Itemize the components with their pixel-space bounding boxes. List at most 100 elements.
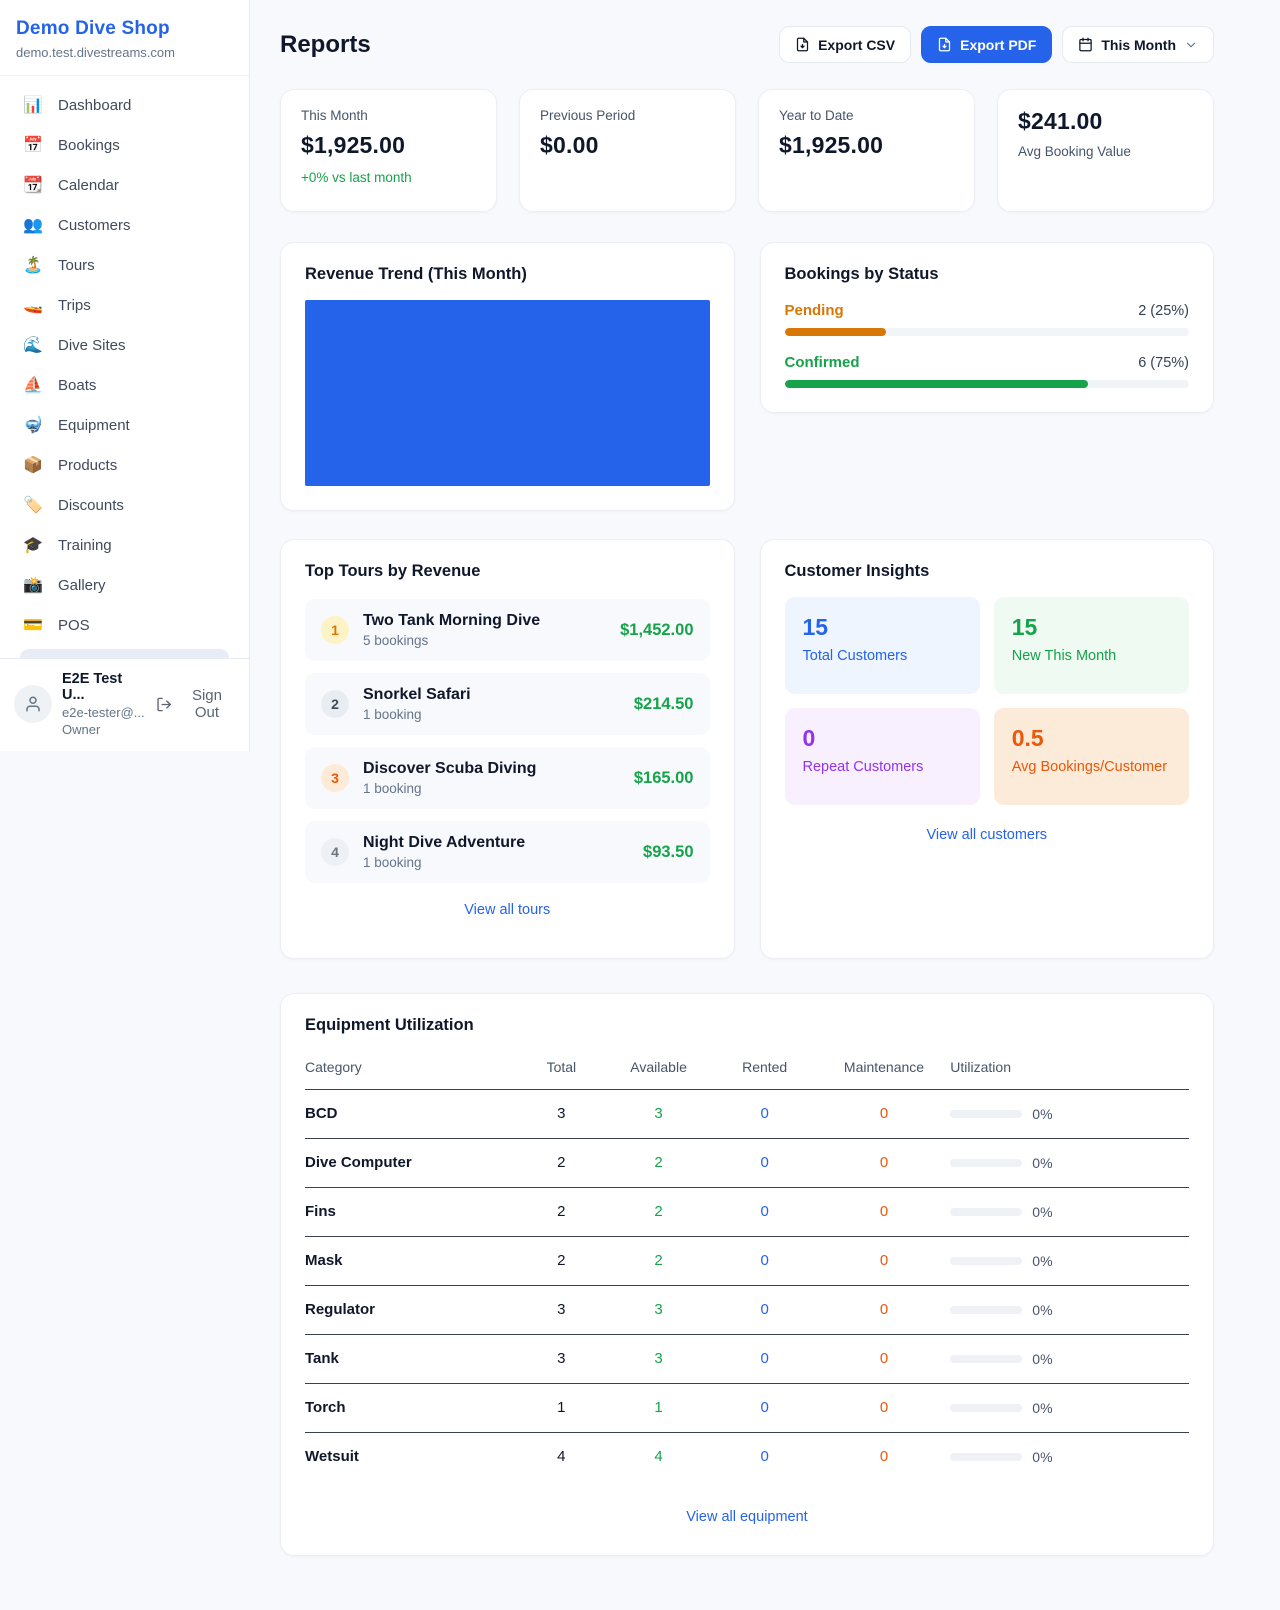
tile-value: 15 [803,614,962,641]
discounts-icon: 🏷️ [22,498,44,514]
sidebar-item-dive-sites[interactable]: 🌊 Dive Sites [12,329,237,362]
logout-icon [156,696,172,713]
utilization-value: 0% [1032,1204,1052,1220]
sidebar-item-bookings[interactable]: 📅 Bookings [12,129,237,162]
export-csv-button[interactable]: Export CSV [779,26,911,63]
stat-card-avg-booking-value: $241.00 Avg Booking Value [997,89,1214,212]
status-bar-track [785,380,1190,388]
sidebar-item-label: Tours [58,257,95,274]
sidebar-item-dashboard[interactable]: 📊 Dashboard [12,89,237,122]
stat-value: $1,925.00 [301,132,476,159]
view-all-tours-link[interactable]: View all tours [305,902,710,918]
utilization-value: 0% [1032,1400,1052,1416]
sidebar-item-label: Discounts [58,497,124,514]
stat-label: This Month [301,108,476,123]
stat-delta: +0% vs last month [301,170,476,185]
bookings-icon: 📅 [22,138,44,154]
user-email: e2e-tester@... [62,705,146,720]
sidebar-item-pos[interactable]: 💳 POS [12,609,237,642]
sidebar-item-tours[interactable]: 🏝️ Tours [12,249,237,282]
tour-name: Two Tank Morning Dive [363,612,540,630]
stat-label: Previous Period [540,108,715,123]
bookings-by-status-title: Bookings by Status [785,265,1190,284]
charts-row: Revenue Trend (This Month) Bookings by S… [280,242,1214,511]
sidebar-item-label: Dashboard [58,97,131,114]
rank-badge: 3 [321,764,349,792]
utilization-bar [950,1257,1022,1265]
insight-tile-avg-bookings: 0.5 Avg Bookings/Customer [994,708,1189,805]
status-row-pending: Pending 2 (25%) [785,302,1190,336]
tile-value: 0 [803,725,962,752]
sidebar: Demo Dive Shop demo.test.divestreams.com… [0,0,250,751]
utilization-bar [950,1110,1022,1118]
tour-revenue: $1,452.00 [620,621,693,640]
sign-out-label: Sign Out [179,687,235,721]
stat-value: $241.00 [1018,108,1193,135]
stat-label: Avg Booking Value [1018,144,1193,159]
sidebar-item-customers[interactable]: 👥 Customers [12,209,237,242]
utilization-bar [950,1208,1022,1216]
app-root: Demo Dive Shop demo.test.divestreams.com… [0,0,1280,1596]
period-selector[interactable]: This Month [1062,26,1214,63]
file-export-icon [937,37,952,52]
utilization-value: 0% [1032,1302,1052,1318]
main-content: Reports Export CSV Export PDF This Month… [250,0,1280,1596]
training-icon: 🎓 [22,538,44,554]
sidebar-item-boats[interactable]: ⛵ Boats [12,369,237,402]
customer-insights-card: Customer Insights 15 Total Customers 15 … [760,539,1215,959]
sidebar-header: Demo Dive Shop demo.test.divestreams.com [0,0,249,76]
user-panel: E2E Test U... e2e-tester@... Owner Sign … [0,658,249,751]
view-all-customers-link[interactable]: View all customers [785,827,1190,843]
equipment-table: Category Total Available Rented Maintena… [305,1047,1189,1481]
file-export-icon [795,37,810,52]
products-icon: 📦 [22,458,44,474]
table-row: Wetsuit 4 4 0 0 0% [305,1433,1189,1482]
sidebar-item-gallery[interactable]: 📸 Gallery [12,569,237,602]
calendar-icon: 📆 [22,178,44,194]
rank-badge: 2 [321,690,349,718]
gallery-icon: 📸 [22,578,44,594]
chevron-down-icon [1184,38,1198,52]
col-maintenance: Maintenance [818,1047,951,1090]
sidebar-item-calendar[interactable]: 📆 Calendar [12,169,237,202]
top-tours-card: Top Tours by Revenue 1 Two Tank Morning … [280,539,735,959]
shop-name: Demo Dive Shop [16,18,233,40]
sign-out-button[interactable]: Sign Out [156,687,235,721]
customer-insights-title: Customer Insights [785,562,1190,581]
pos-icon: 💳 [22,618,44,634]
tour-revenue: $93.50 [643,843,693,862]
sidebar-item-products[interactable]: 📦 Products [12,449,237,482]
bookings-by-status-card: Bookings by Status Pending 2 (25%) Confi… [760,242,1215,413]
user-icon [24,695,42,713]
table-row: Torch 1 1 0 0 0% [305,1384,1189,1433]
tours-icon: 🏝️ [22,258,44,274]
tour-row: 4 Night Dive Adventure 1 booking $93.50 [305,821,710,883]
sidebar-item-label: Trips [58,297,91,314]
sidebar-item-equipment[interactable]: 🤿 Equipment [12,409,237,442]
insight-tile-new-this-month: 15 New This Month [994,597,1189,694]
customers-icon: 👥 [22,218,44,234]
export-pdf-button[interactable]: Export PDF [921,26,1052,63]
revenue-trend-card: Revenue Trend (This Month) [280,242,735,511]
user-meta: E2E Test U... e2e-tester@... Owner [62,671,146,737]
sidebar-item-discounts[interactable]: 🏷️ Discounts [12,489,237,522]
sidebar-item-label: Calendar [58,177,119,194]
tile-label: Avg Bookings/Customer [1012,759,1171,775]
tour-row: 1 Two Tank Morning Dive 5 bookings $1,45… [305,599,710,661]
tour-name: Discover Scuba Diving [363,760,536,778]
table-row: Tank 3 3 0 0 0% [305,1335,1189,1384]
period-label: This Month [1101,37,1176,53]
utilization-value: 0% [1032,1106,1052,1122]
utilization-value: 0% [1032,1253,1052,1269]
trips-icon: 🚤 [22,298,44,314]
sidebar-item-label: Training [58,537,112,554]
sidebar-item-label: Products [58,457,117,474]
sidebar-item-trips[interactable]: 🚤 Trips [12,289,237,322]
view-all-equipment-link[interactable]: View all equipment [305,1509,1189,1525]
status-row-confirmed: Confirmed 6 (75%) [785,354,1190,388]
tour-revenue: $214.50 [634,695,694,714]
sidebar-item-label: Gallery [58,577,106,594]
sidebar-item-active-partial[interactable] [20,649,229,658]
tile-label: Total Customers [803,648,962,664]
sidebar-item-training[interactable]: 🎓 Training [12,529,237,562]
